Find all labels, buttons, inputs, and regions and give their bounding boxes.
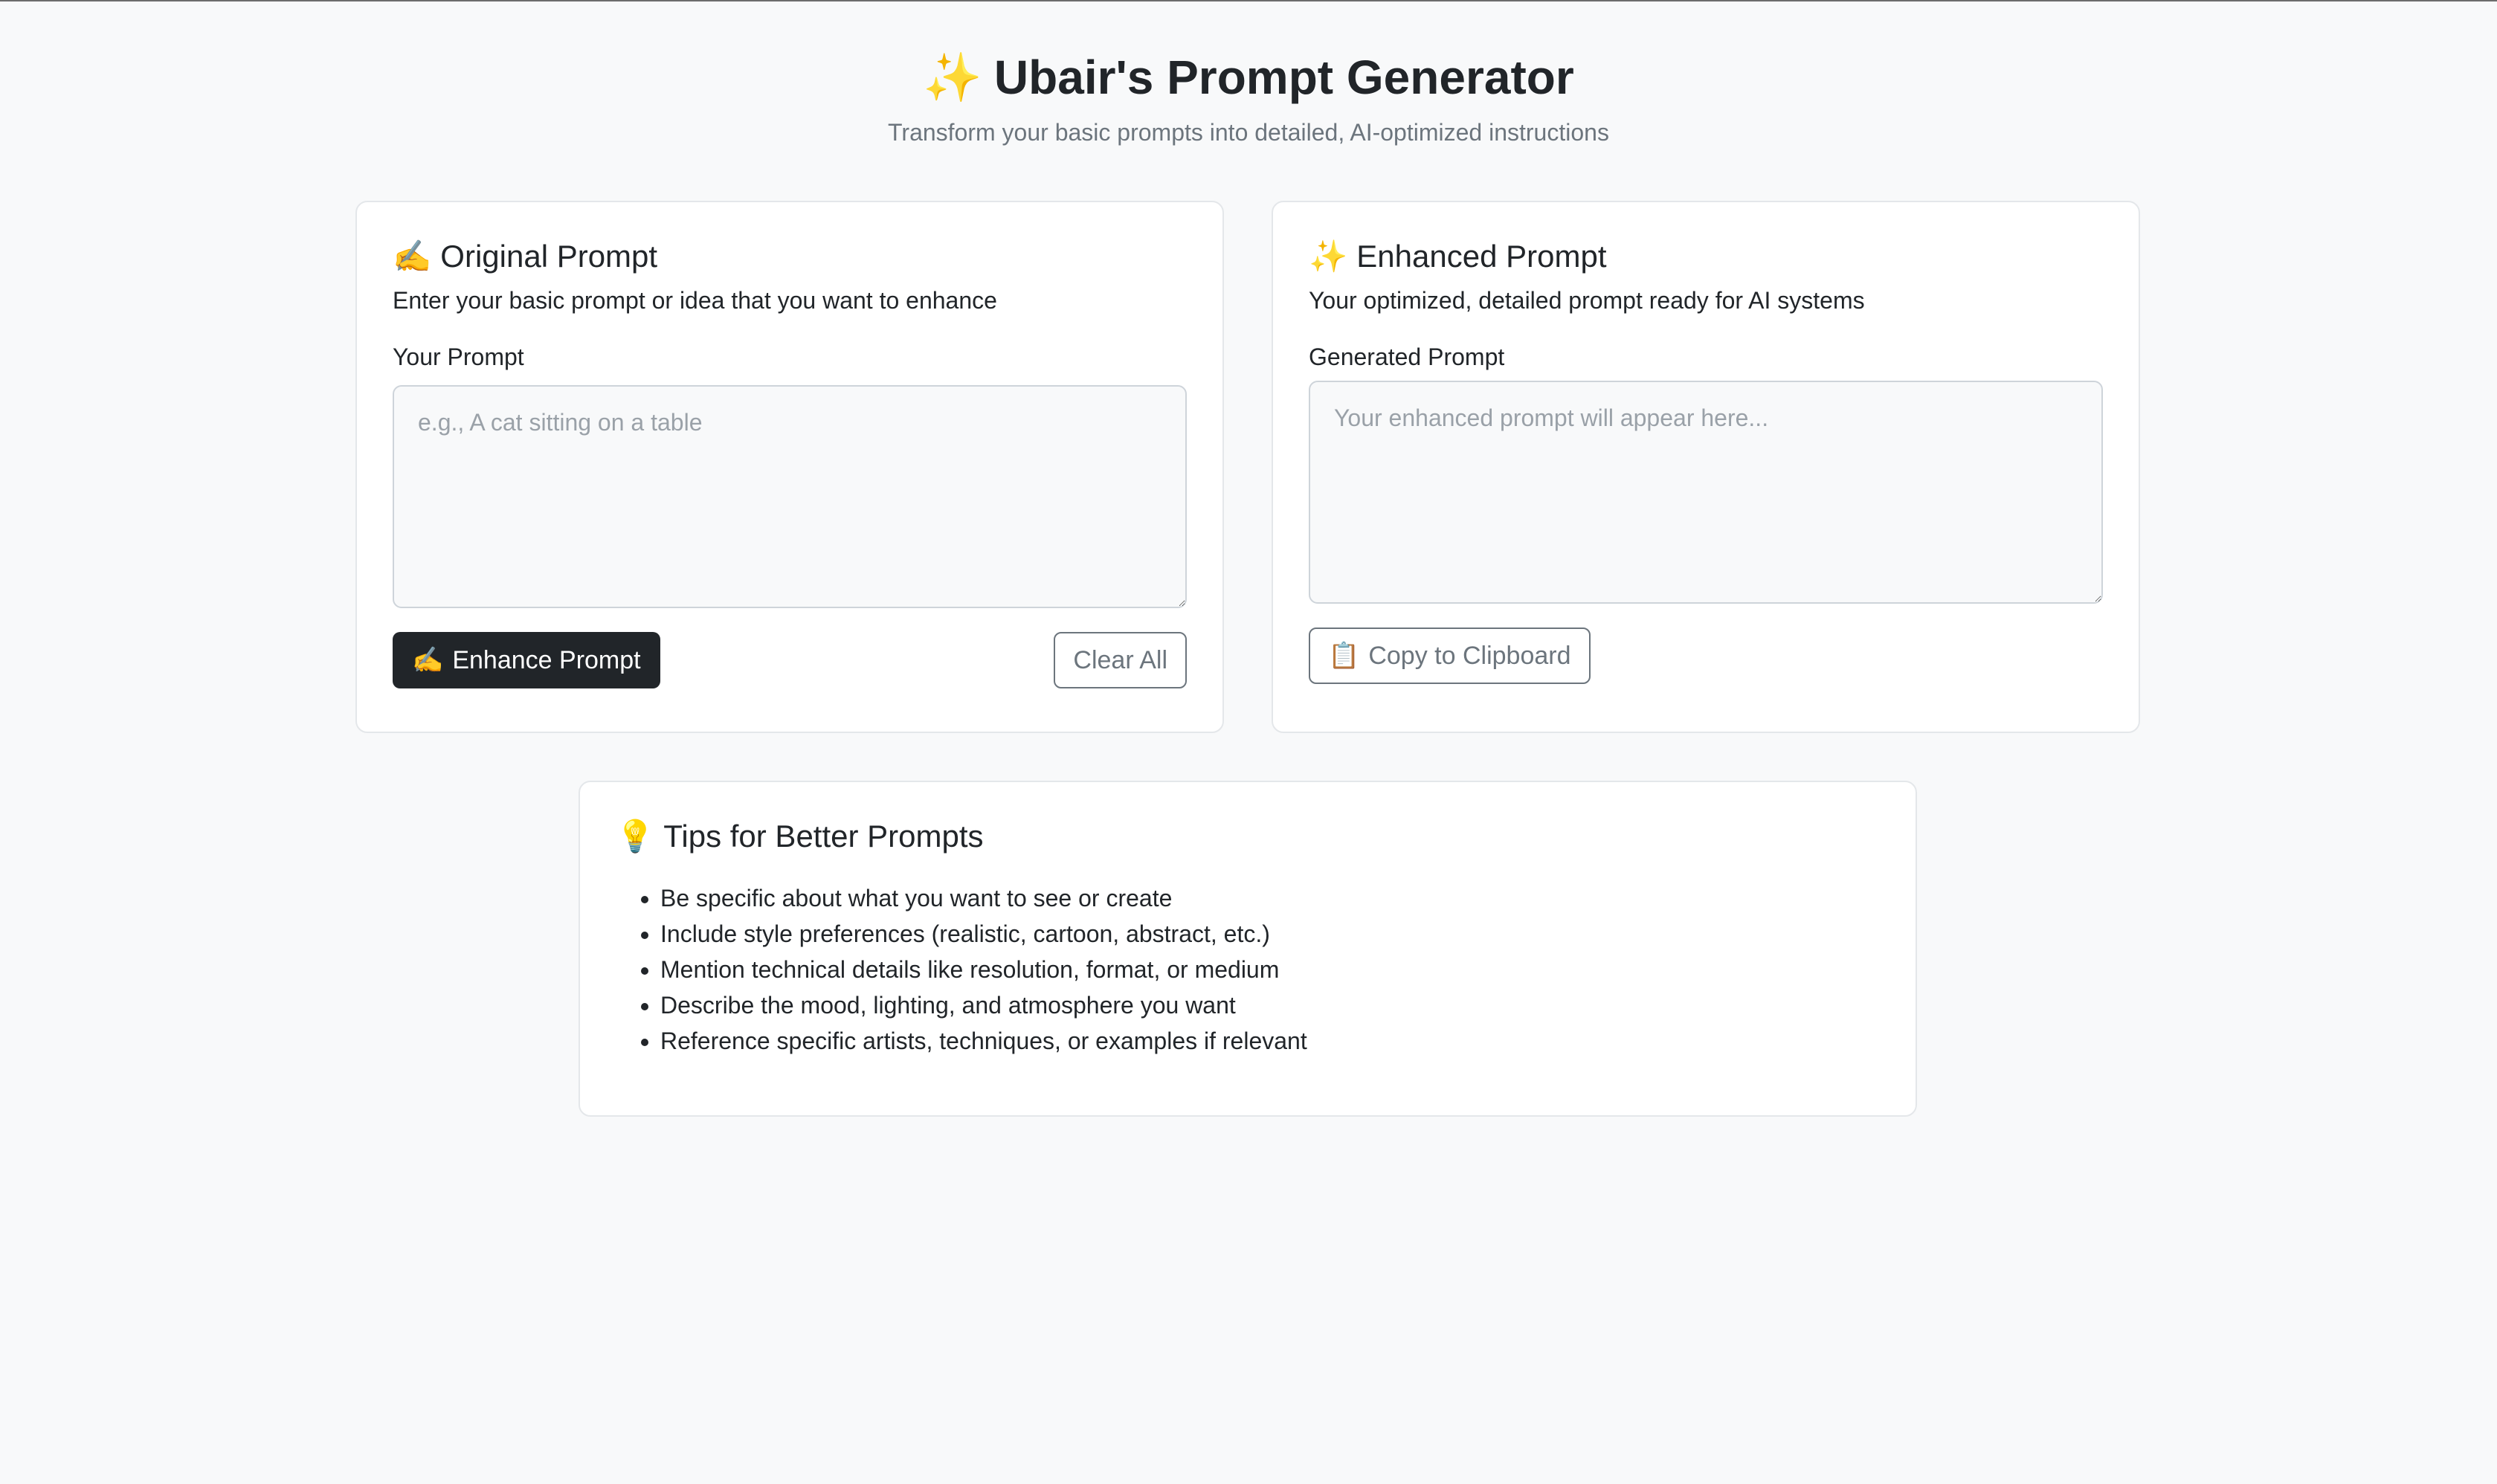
tip-item: Be specific about what you want to see o… [660, 880, 1880, 916]
tip-item: Include style preferences (realistic, ca… [660, 916, 1880, 952]
generated-prompt-output[interactable] [1309, 381, 2103, 604]
page-subtitle: Transform your basic prompts into detail… [888, 119, 1609, 146]
copy-to-clipboard-button[interactable]: 📋 Copy to Clipboard [1309, 628, 1591, 684]
enhanced-prompt-title: ✨ Enhanced Prompt [1309, 235, 2103, 278]
tips-card: 💡Tips for Better Prompts Be specific abo… [579, 781, 1917, 1117]
sparkles-icon: ✨ [923, 51, 982, 104]
light-bulb-icon: 💡 [616, 819, 655, 854]
sparkles-icon: ✨ [1309, 239, 1348, 274]
generated-prompt-label: Generated Prompt [1309, 343, 1505, 370]
tip-item: Describe the mood, lighting, and atmosph… [660, 987, 1880, 1023]
tip-item: Reference specific artists, techniques, … [660, 1023, 1880, 1059]
clear-all-button[interactable]: Clear All [1054, 632, 1187, 688]
tip-item: Mention technical details like resolutio… [660, 952, 1880, 987]
original-prompt-title-text: Original Prompt [440, 239, 658, 274]
tips-title: 💡 Tips for Better Prompts [616, 815, 1880, 858]
tips-list: Be specific about what you want to see o… [616, 880, 1880, 1059]
page-title: ✨ Ubair's Prompt Generator [0, 45, 2497, 110]
writing-hand-icon: ✍️ [412, 646, 444, 674]
page-title-text: Ubair's Prompt Generator [993, 51, 1574, 104]
your-prompt-label: Your Prompt [393, 343, 524, 370]
copy-to-clipboard-label: Copy to Clipboard [1368, 642, 1571, 670]
writing-hand-icon: ✍️ [393, 239, 432, 274]
original-prompt-title: ✍️ Original Prompt [393, 235, 1187, 278]
enhanced-prompt-title-text: Enhanced Prompt [1356, 239, 1607, 274]
original-prompt-card: ✍️ Original Prompt Enter your basic promp… [355, 201, 1224, 733]
enhance-prompt-button[interactable]: ✍️ Enhance Prompt [393, 632, 660, 688]
page-header: ✨ Ubair's Prompt Generator Transform your… [0, 45, 2497, 150]
enhance-prompt-label: Enhance Prompt [452, 646, 641, 674]
original-actions: ✍️ Enhance Prompt Clear All [393, 632, 1187, 688]
original-prompt-description: Enter your basic prompt or idea that you… [393, 287, 997, 314]
clipboard-icon: 📋 [1328, 642, 1360, 670]
your-prompt-input[interactable] [393, 385, 1187, 608]
enhanced-prompt-card: ✨ Enhanced Prompt Your optimized, detaile… [1272, 201, 2140, 733]
enhanced-prompt-description: Your optimized, detailed prompt ready fo… [1309, 287, 1865, 314]
tips-title-text: Tips for Better Prompts [663, 819, 984, 854]
